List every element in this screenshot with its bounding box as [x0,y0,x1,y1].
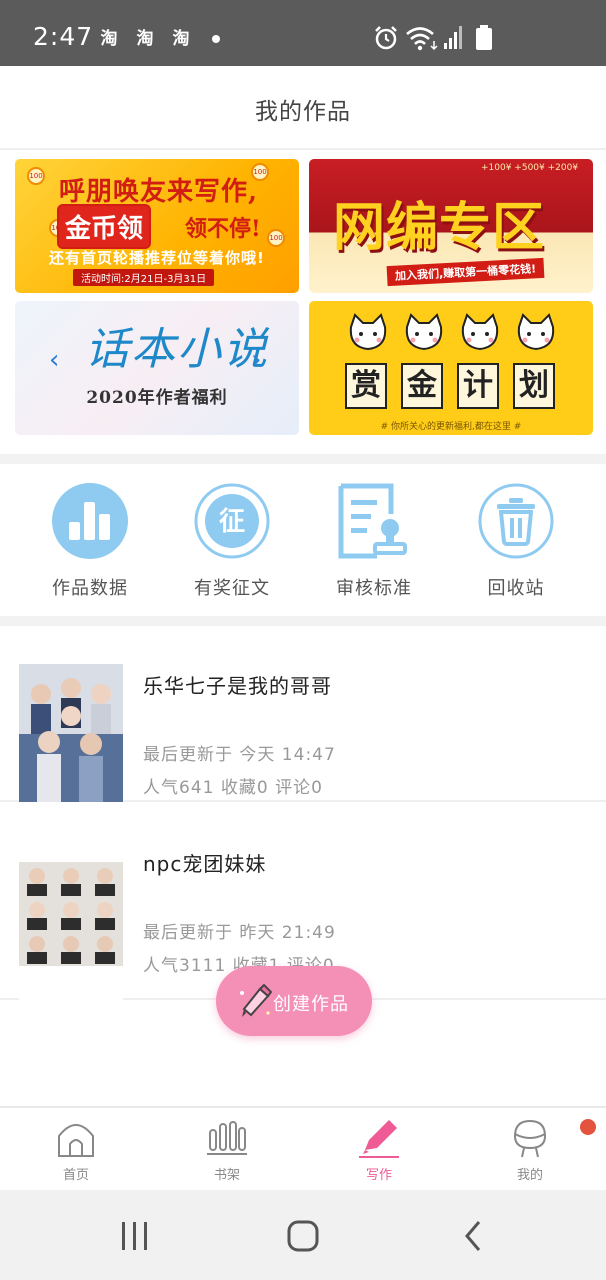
tab-profile[interactable]: 我的 [485,1118,575,1183]
signal-icon [444,26,462,49]
tab-write[interactable]: 写作 [334,1118,424,1183]
chevron-left-icon: ‹ [49,345,60,375]
action-label: 回收站 [487,578,545,599]
tab-label: 首页 [62,1168,89,1183]
bar-chart-icon [52,483,128,559]
tab-home[interactable]: 首页 [31,1118,121,1183]
notification-dot [212,35,220,43]
cat-icon [517,313,555,351]
coin-icon: 100 [27,167,45,185]
banner-subtitle: 2020年作者福利 [86,388,228,408]
banner-bounty-plan[interactable]: 赏 金 计 划 # 你所关心的更新福利,都在这里 # [309,301,593,435]
action-work-data[interactable]: 作品数据 [35,482,145,600]
cat-icon [405,313,443,351]
work-cover-image [19,664,123,802]
action-label: 有奖征文 [194,578,270,599]
banner-subtitle: 加入我们,赚取第一桶零花钱! [386,257,545,287]
work-item[interactable]: 乐华七子是我的哥哥 最后更新于 今天 14:47 人气641 收藏0 评论0 [0,626,606,802]
write-pencil-icon [359,1120,399,1158]
coin-icon: 100 [267,229,285,247]
work-updated: 最后更新于 今天 14:47 [143,745,336,765]
tab-bookshelf[interactable]: 书架 [182,1118,272,1183]
create-work-label: 创建作品 [273,994,349,1015]
banner-char: 划 [513,363,555,409]
banner-char: 赏 [345,363,387,409]
banner-tail: 领不停! [185,216,261,242]
recents-icon[interactable] [113,1214,157,1258]
home-button-icon[interactable] [281,1214,325,1258]
bookshelf-icon [207,1121,247,1155]
profile-icon [513,1119,547,1158]
taobao-app-icon: 淘 [100,29,118,49]
action-contest[interactable]: 征 有奖征文 [177,482,287,600]
banner-highlight: 金币领 [57,204,152,249]
notification-badge [580,1119,596,1135]
status-time: 2:47 [33,22,94,51]
banner-novel-welfare[interactable]: ‹ › 话本小说 2020年作者福利 [15,301,299,435]
bottom-tab-bar: 首页 书架 写作 我的 [0,1106,606,1190]
page-title: 我的作品 [255,99,351,125]
back-icon[interactable] [451,1214,495,1258]
work-title: npc宠团妹妹 [143,852,267,876]
banner-title: 网编专区 [333,197,546,258]
review-document-icon [338,483,407,559]
wifi-icon [406,27,438,51]
taobao-app-icon: 淘 [172,29,190,49]
app-header: 我的作品 [0,66,606,150]
banner-title-chars: 赏 金 计 划 [345,363,555,409]
taobao-app-icon: 淘 [136,29,154,49]
banner-editor-zone[interactable]: +100¥ +500¥ +200¥ 网编专区 加入我们,赚取第一桶零花钱! [309,159,593,293]
banner-char: 计 [457,363,499,409]
alarm-icon [375,26,397,50]
work-stats: 人气641 收藏0 评论0 [143,778,323,798]
status-bar: 2:47 淘 淘 淘 [0,0,606,66]
cat-icon [461,313,499,351]
banner-invite-friends[interactable]: 100 100 100 100 呼朋唤友来写作, 金币领 领不停! 还有首页轮播… [15,159,299,293]
action-review-standards[interactable]: 审核标准 [319,482,429,600]
battery-icon [476,25,492,50]
svg-text:征: 征 [219,507,245,537]
cat-icon [349,313,387,351]
trash-icon [478,483,554,559]
pencil-icon [240,983,272,1017]
contest-icon: 征 [194,483,270,559]
banner-note: # 你所关心的更新福利,都在这里 # [380,422,522,432]
banner-date: 活动时间:2月21日-3月31日 [73,269,215,286]
banner-headline: 呼朋唤友来写作, [59,177,259,207]
action-label: 审核标准 [336,578,412,599]
section-divider [0,616,606,626]
create-work-button[interactable]: 创建作品 [216,966,372,1036]
system-nav-bar [0,1190,606,1280]
banner-char: 金 [401,363,443,409]
home-icon [58,1124,94,1157]
work-title: 乐华七子是我的哥哥 [143,674,332,698]
work-cover-image [19,862,123,1000]
banner-title: 话本小说 [85,324,269,375]
action-recycle-bin[interactable]: 回收站 [461,482,571,600]
work-updated: 最后更新于 昨天 21:49 [143,923,336,943]
section-divider [0,454,606,464]
tab-label: 我的 [516,1168,543,1183]
banner-money: +100¥ +500¥ +200¥ [481,163,579,173]
banner-subline: 还有首页轮播推荐位等着你哦! [49,249,265,267]
action-label: 作品数据 [52,578,128,599]
tab-label: 写作 [365,1168,392,1183]
tab-label: 书架 [213,1168,240,1183]
